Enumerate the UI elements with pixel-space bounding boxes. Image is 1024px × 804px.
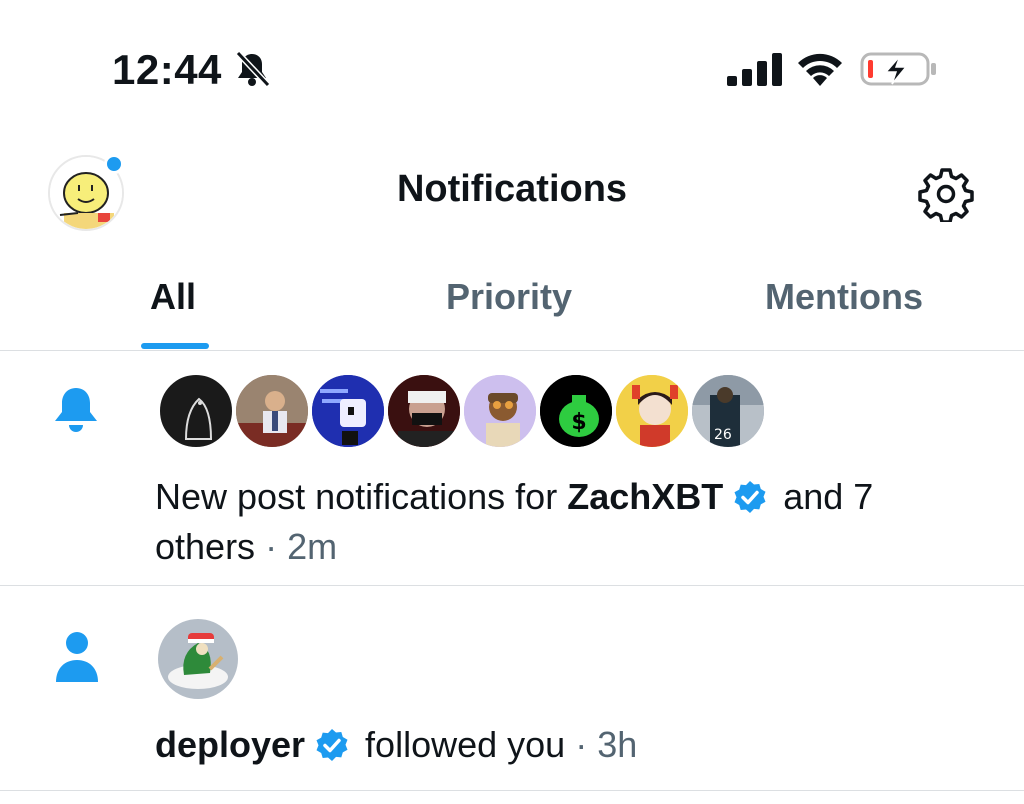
notification-text: deployer followed you · 3h bbox=[155, 720, 637, 770]
cellular-signal-icon bbox=[727, 53, 782, 86]
separator: · bbox=[565, 724, 598, 765]
verified-badge-icon bbox=[734, 481, 766, 513]
avatar[interactable] bbox=[157, 372, 235, 450]
page-title: Notifications bbox=[396, 168, 628, 210]
active-tab-indicator bbox=[141, 343, 209, 349]
tab-mentions[interactable]: Mentions bbox=[765, 276, 923, 318]
bell-slash-icon bbox=[235, 50, 271, 88]
battery-charging-icon bbox=[860, 52, 936, 86]
avatar[interactable] bbox=[158, 619, 238, 699]
svg-text:$: $ bbox=[571, 410, 586, 435]
avatar[interactable]: 26 bbox=[689, 372, 767, 450]
notification-prefix: New post notifications for bbox=[155, 476, 568, 517]
divider bbox=[0, 790, 1024, 791]
divider bbox=[0, 585, 1024, 586]
divider bbox=[0, 350, 1024, 351]
notification-text-line2: others · 2m bbox=[155, 522, 337, 572]
gear-icon[interactable] bbox=[918, 166, 974, 222]
verified-badge-icon bbox=[316, 729, 348, 761]
wifi-icon bbox=[798, 53, 842, 86]
timestamp: 2m bbox=[287, 526, 338, 567]
notifications-screen: 12:44 Notifications All Priority Mention… bbox=[0, 0, 1024, 804]
tab-all[interactable]: All bbox=[150, 276, 196, 318]
separator: · bbox=[255, 526, 288, 567]
avatar[interactable] bbox=[385, 372, 463, 450]
person-icon bbox=[56, 632, 98, 682]
status-time: 12:44 bbox=[112, 46, 222, 93]
notification-others: others bbox=[155, 526, 256, 567]
notification-user[interactable]: deployer bbox=[155, 724, 305, 765]
notification-user[interactable]: ZachXBT bbox=[567, 476, 723, 517]
avatar[interactable] bbox=[461, 372, 539, 450]
avatar-stack: $ 26 bbox=[157, 372, 777, 452]
avatar[interactable] bbox=[613, 372, 691, 450]
notification-suffix: and 7 bbox=[773, 476, 874, 517]
timestamp: 3h bbox=[597, 724, 638, 765]
notification-action: followed you bbox=[355, 724, 566, 765]
bell-icon bbox=[55, 388, 97, 432]
avatar[interactable]: $ bbox=[537, 372, 615, 450]
notification-text: New post notifications for ZachXBT and 7 bbox=[155, 472, 873, 522]
avatar[interactable] bbox=[309, 372, 387, 450]
tab-priority[interactable]: Priority bbox=[446, 276, 572, 318]
svg-text:26: 26 bbox=[714, 427, 732, 443]
avatar[interactable] bbox=[233, 372, 311, 450]
